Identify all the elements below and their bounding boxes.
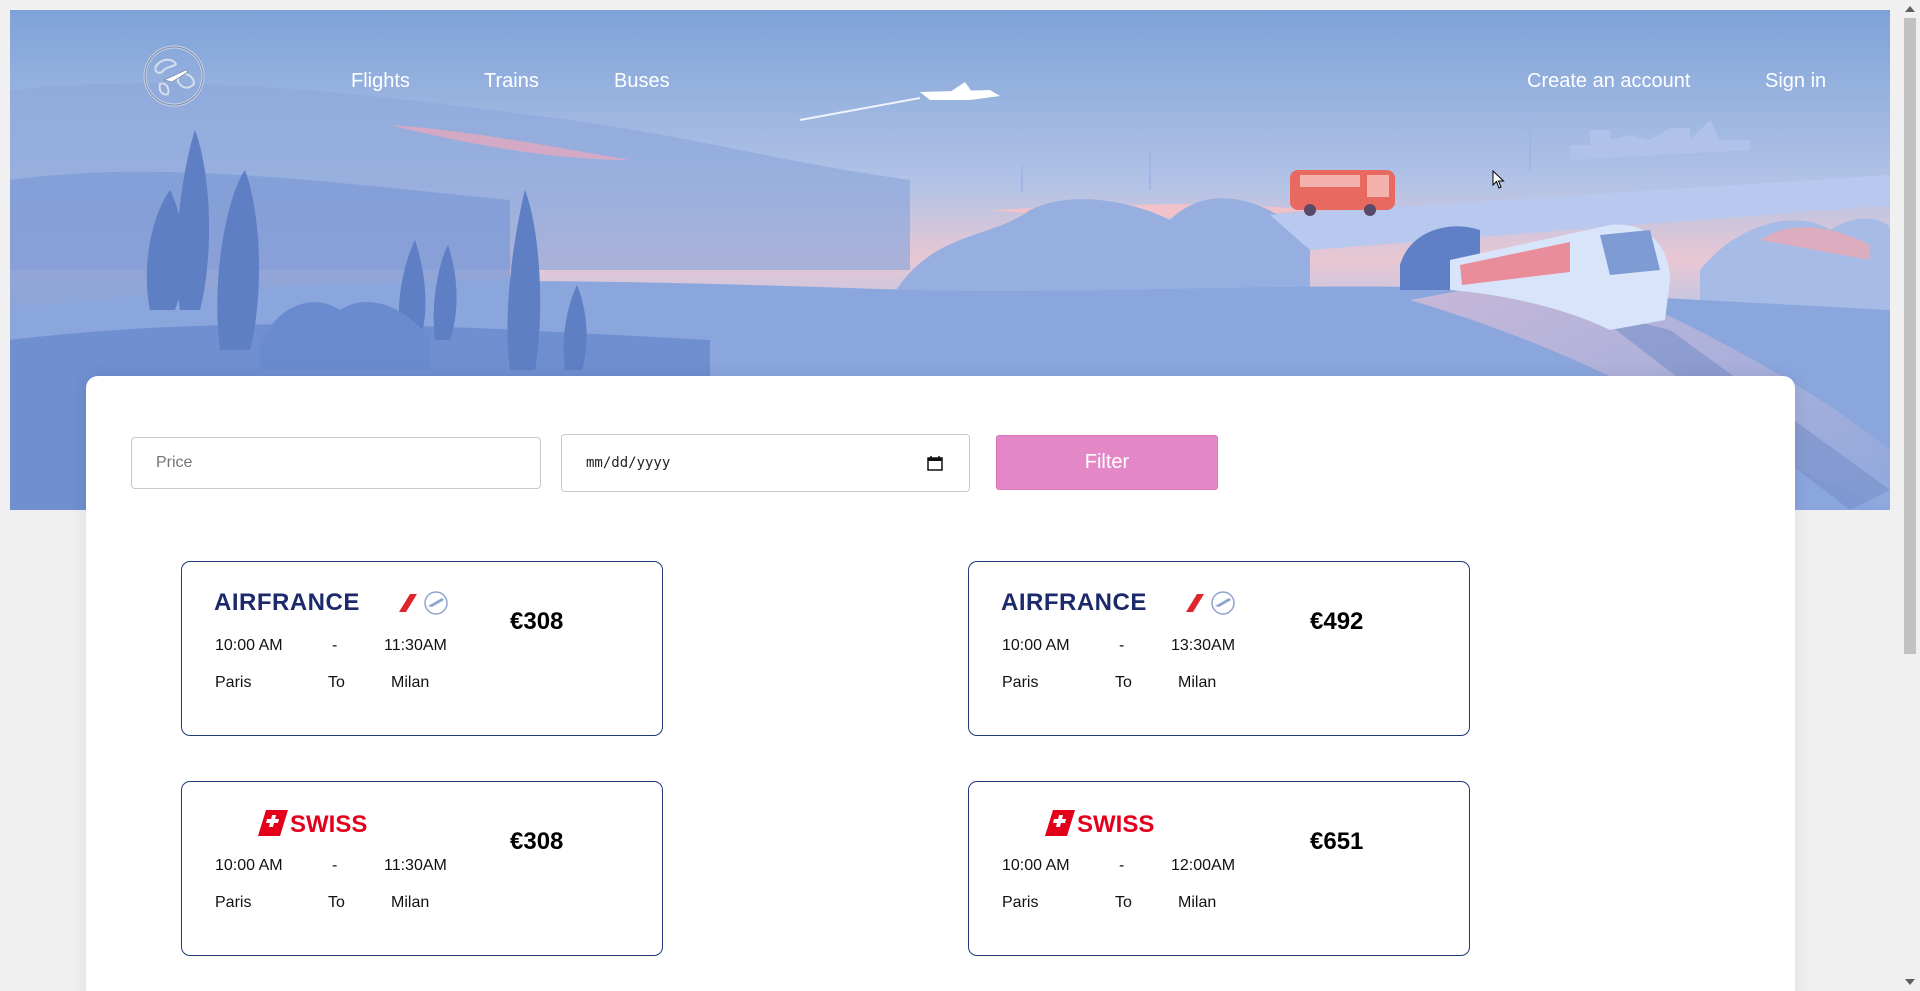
time-separator: - [1119,857,1125,874]
origin-city: Paris [215,674,252,691]
date-placeholder: mm/dd/yyyy [586,455,671,471]
swiss-logo-text: SWISS [290,811,367,838]
airfrance-logo: AIRFRANCE [214,588,454,616]
airfrance-logo-text: AIRFRANCE [1001,589,1147,616]
price-label: €651 [1310,828,1364,855]
depart-time: 10:00 AM [215,857,283,874]
swiss-logo-text: SWISS [1077,811,1154,838]
arrive-time: 11:30AM [384,637,447,654]
result-card[interactable]: AIRFRANCE €308 10:00 AM - 11:30AM Paris … [181,561,663,736]
price-label: €492 [1310,608,1364,635]
airfrance-logo-text: AIRFRANCE [214,589,360,616]
arrive-time: 11:30AM [384,857,447,874]
search-results-panel: mm/dd/yyyy Filter AIRFRANCE €308 1 [86,376,1795,991]
to-label: To [1115,674,1132,691]
depart-time: 10:00 AM [1002,637,1070,654]
destination-city: Milan [1178,894,1217,911]
nav-flights-link[interactable]: Flights [351,70,410,93]
nav-trains-link[interactable]: Trains [484,70,539,93]
destination-city: Milan [1178,674,1217,691]
swiss-logo: SWISS [1041,808,1161,838]
time-separator: - [332,857,338,874]
vertical-scrollbar[interactable] [1900,0,1920,991]
scroll-up-icon[interactable] [1905,6,1915,12]
filter-button[interactable]: Filter [996,435,1218,490]
price-input[interactable] [131,437,541,489]
origin-city: Paris [1002,674,1039,691]
time-separator: - [1119,637,1125,654]
result-card[interactable]: AIRFRANCE €492 10:00 AM - 13:30AM Paris … [968,561,1470,736]
depart-time: 10:00 AM [215,637,283,654]
origin-city: Paris [1002,894,1039,911]
to-label: To [328,894,345,911]
time-separator: - [332,637,338,654]
arrive-time: 13:30AM [1171,637,1236,654]
scrollbar-thumb[interactable] [1904,18,1916,654]
sign-in-link[interactable]: Sign in [1765,70,1826,93]
create-account-link[interactable]: Create an account [1527,70,1690,93]
result-card[interactable]: SWISS €308 10:00 AM - 11:30AM Paris To M… [181,781,663,956]
date-input[interactable]: mm/dd/yyyy [561,434,970,492]
page-viewport: Flights Trains Buses Create an account S… [0,0,1900,991]
airfrance-logo: AIRFRANCE [1001,588,1241,616]
destination-city: Milan [391,894,430,911]
mouse-cursor-icon [1492,170,1505,189]
price-label: €308 [510,608,564,635]
to-label: To [1115,894,1132,911]
arrive-time: 12:00AM [1171,857,1236,874]
top-nav: Flights Trains Buses Create an account S… [10,10,1890,130]
price-label: €308 [510,828,564,855]
result-card[interactable]: SWISS €651 10:00 AM - 12:00AM Paris To M… [968,781,1470,956]
swiss-logo: SWISS [254,808,374,838]
origin-city: Paris [215,894,252,911]
scroll-down-icon[interactable] [1905,979,1915,985]
to-label: To [328,674,345,691]
depart-time: 10:00 AM [1002,857,1070,874]
destination-city: Milan [391,674,430,691]
nav-buses-link[interactable]: Buses [614,70,670,93]
calendar-icon[interactable] [927,455,943,471]
globe-plane-icon[interactable] [142,44,206,108]
